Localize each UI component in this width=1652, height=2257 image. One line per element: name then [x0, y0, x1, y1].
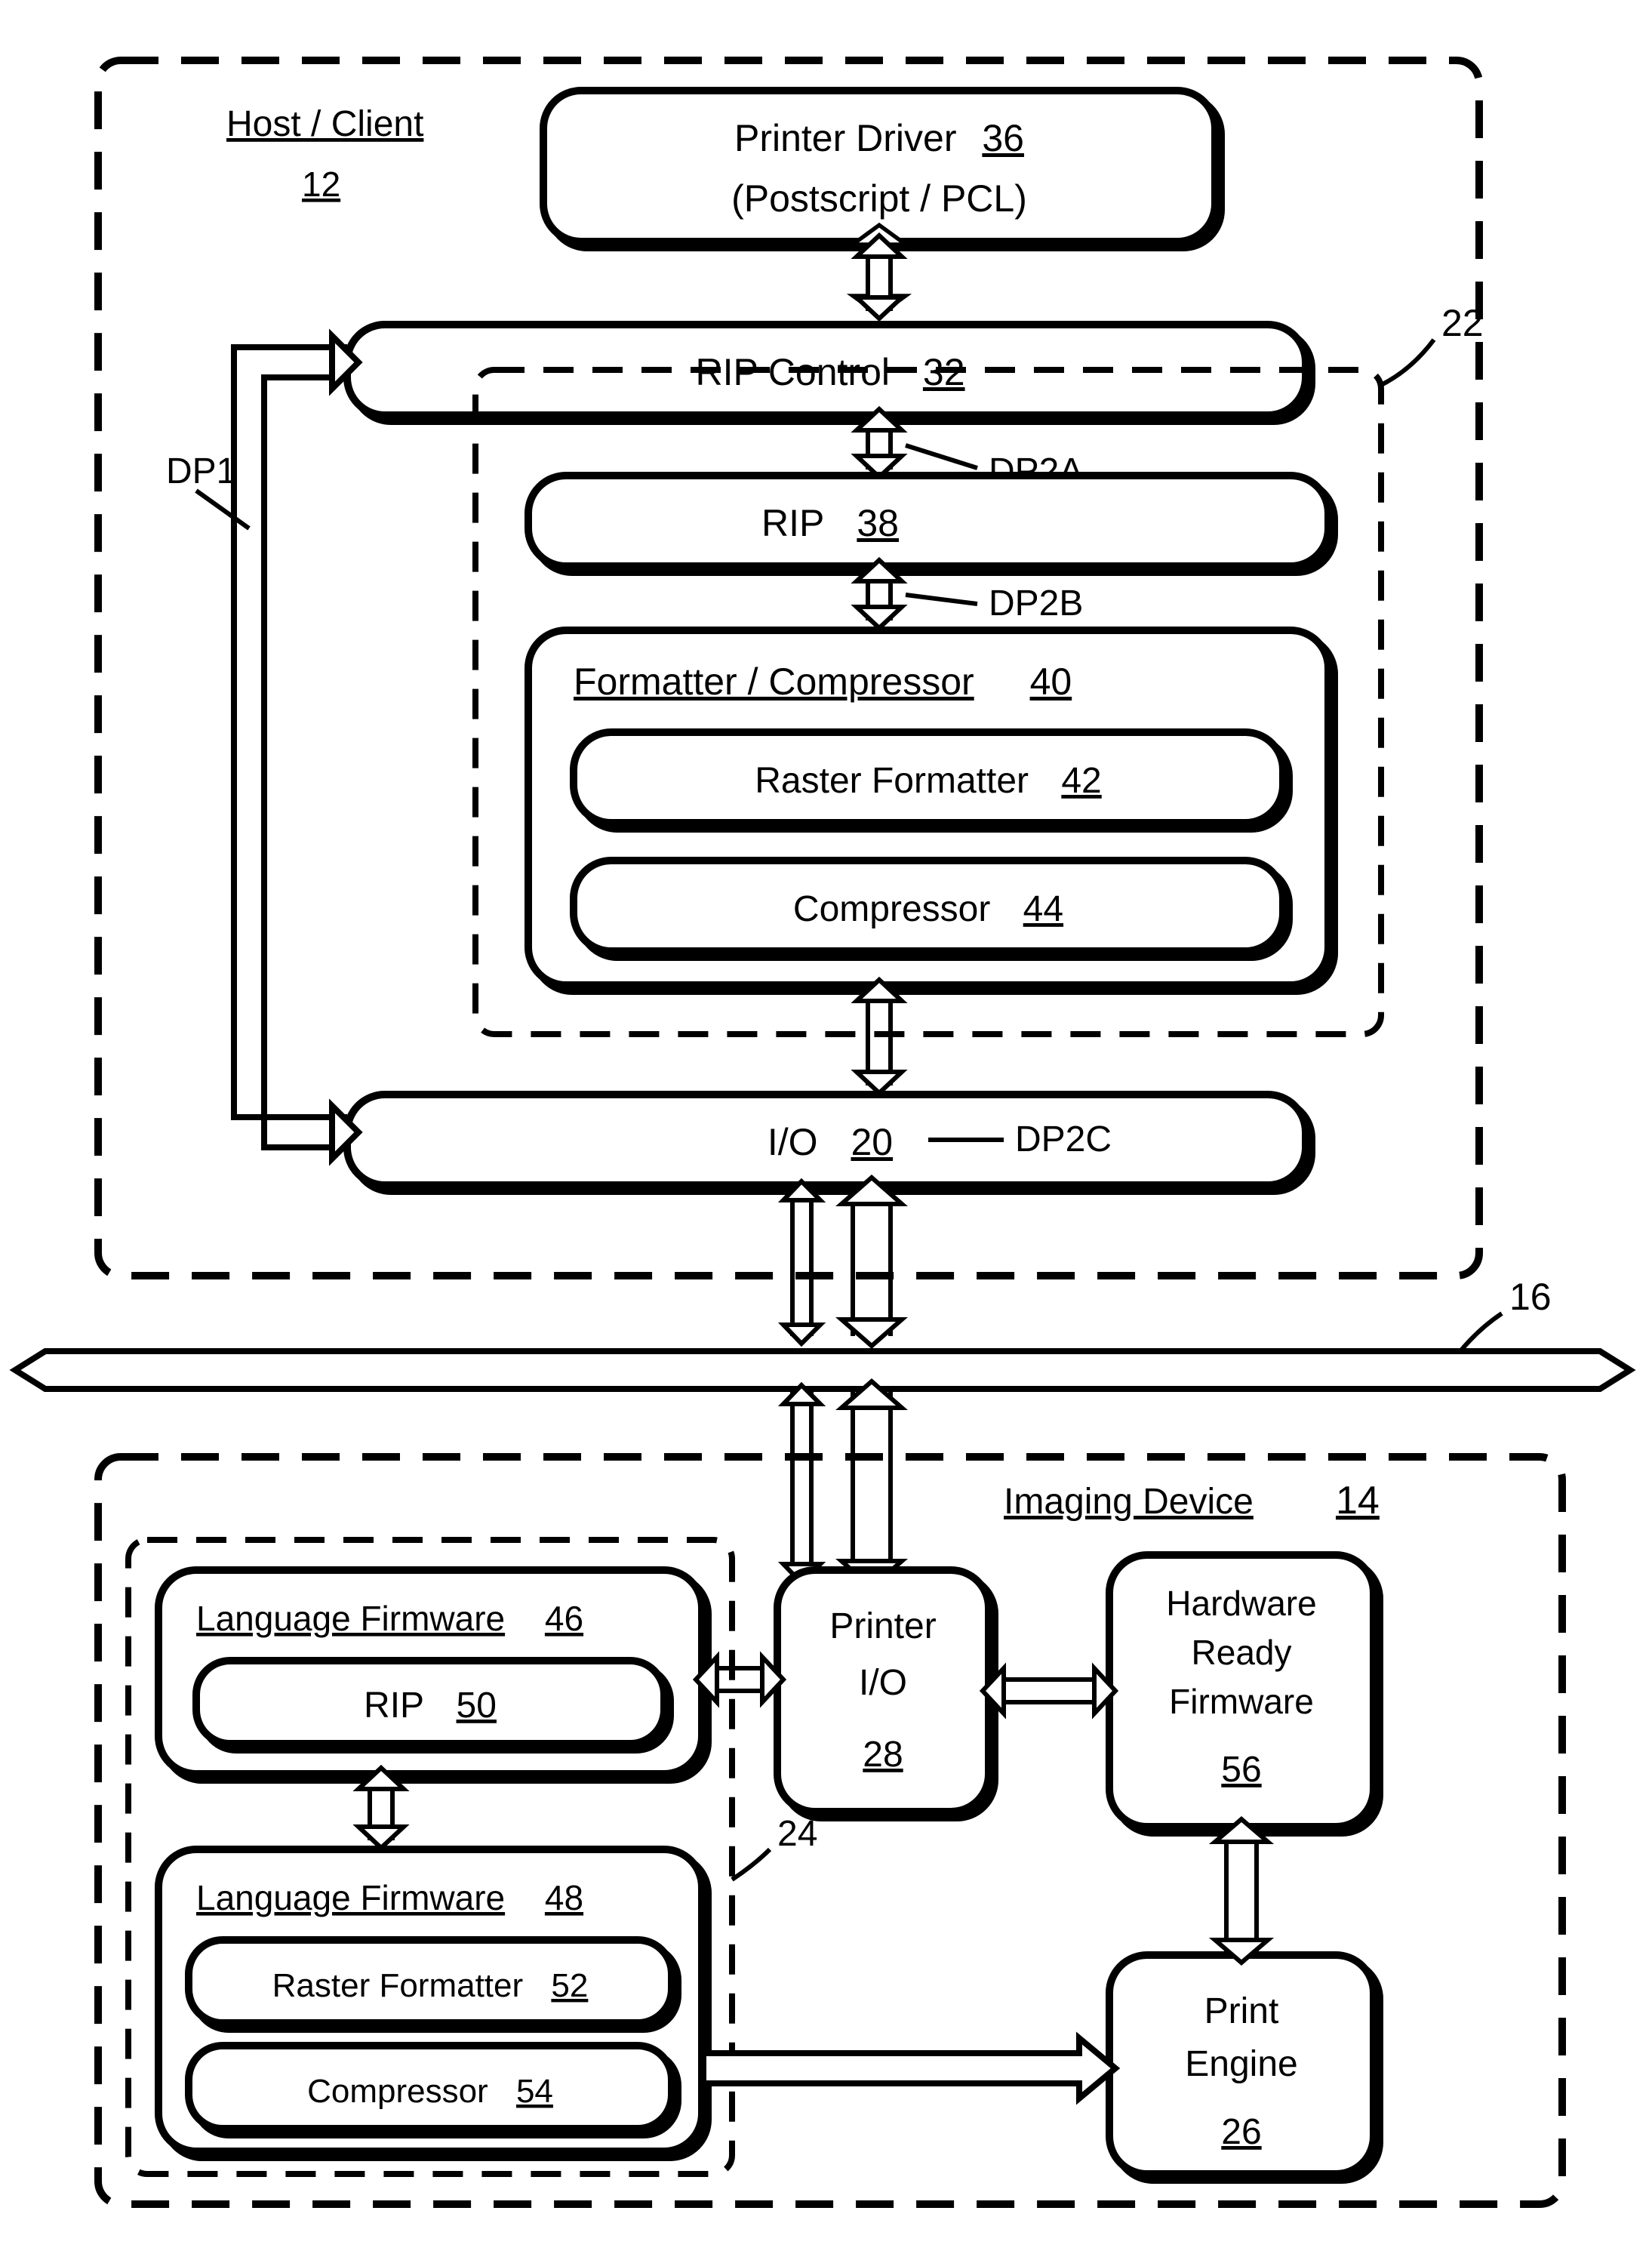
bus [15, 1351, 1630, 1389]
processing-group-ref: 22 [1441, 302, 1484, 344]
hardware-ready-line1: Hardware [1166, 1584, 1316, 1623]
hardware-ready-ref: 56 [1221, 1750, 1261, 1790]
lang48-compressor-label: Compressor 54 [307, 2073, 553, 2110]
dp1-label: DP1 [166, 451, 236, 491]
dp2c-label: DP2C [1015, 1119, 1112, 1159]
hardware-ready-line2: Ready [1192, 1633, 1292, 1672]
processing-group-leader [1381, 340, 1434, 385]
printer-driver-sub: (Postscript / PCL) [731, 177, 1027, 220]
dp1-leader [196, 491, 249, 528]
bus-ref: 16 [1509, 1276, 1552, 1318]
dbl-arrow-2 [857, 409, 902, 477]
rip-box [528, 476, 1328, 566]
arrow-hostio-bus-2 [841, 1178, 902, 1346]
language-group-ref: 24 [777, 1814, 817, 1854]
imaging-device-ref: 14 [1336, 1479, 1380, 1523]
dbl-arrow-hwready-engine [1215, 1819, 1268, 1963]
imaging-device-title: Imaging Device [1004, 1482, 1254, 1522]
dbl-arrow-lang [358, 1768, 404, 1848]
printer-io-line1: Printer [829, 1606, 936, 1646]
hardware-ready-line3: Firmware [1169, 1682, 1314, 1721]
language-group-leader [732, 1849, 770, 1880]
dbl-arrow-lang46-printerio [696, 1657, 783, 1702]
dbl-arrow-printerio-hwready [983, 1668, 1115, 1714]
bus-leader [1460, 1313, 1502, 1351]
arrow-bus-printerio-2 [841, 1381, 902, 1587]
dp2b-label: DP2B [989, 583, 1083, 624]
lang46-rip-label: RIP 50 [364, 1686, 497, 1726]
arrow-lang48-engine [703, 2038, 1115, 2098]
arrow-hostio-bus-1 [783, 1181, 820, 1344]
printer-io-line2: I/O [859, 1663, 907, 1703]
print-engine-ref: 26 [1221, 2112, 1261, 2152]
diagram-canvas: Host / Client 12 Printer Driver 36 (Post… [0, 0, 1652, 2257]
host-client-title: Host / Client [226, 104, 423, 144]
printer-io-ref: 28 [863, 1735, 903, 1775]
rip-control-label: RIP Control 32 [695, 351, 964, 393]
print-engine-line2: Engine [1185, 2044, 1297, 2084]
compressor-label: Compressor 44 [793, 889, 1063, 929]
rip-label: RIP 38 [761, 502, 899, 544]
host-client-ref: 12 [302, 165, 340, 204]
dbl-arrow-3 [857, 560, 902, 628]
arrow-bus-printerio-1 [783, 1385, 820, 1583]
dp2b-leader [906, 595, 977, 604]
print-engine-line1: Print [1204, 1991, 1279, 2031]
dp2a-leader [906, 445, 977, 468]
